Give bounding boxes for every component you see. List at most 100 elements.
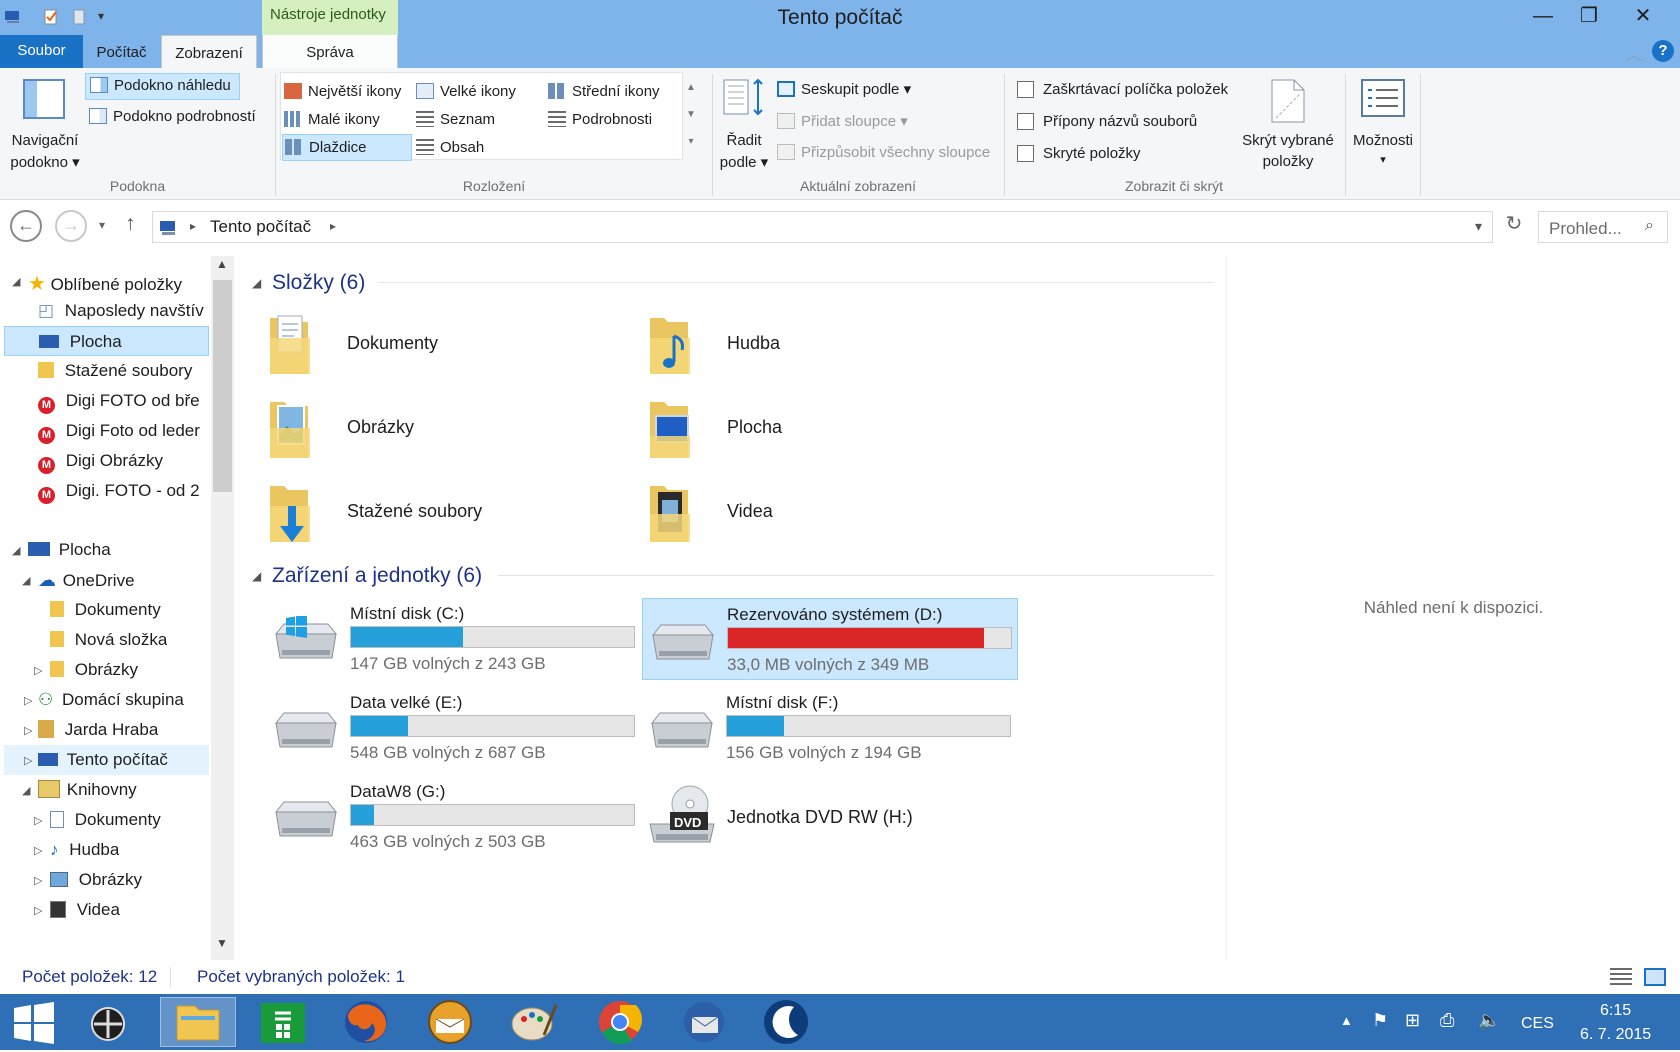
collapse-arrow-icon[interactable]: ▷ [34, 664, 42, 677]
clock-time[interactable]: 6:15 [1600, 1002, 1631, 1020]
task-view-icon[interactable] [70, 1000, 146, 1048]
group-by-button[interactable]: Seskupit podle ▾ [777, 80, 911, 98]
folder-tile-videa[interactable]: Videa [648, 474, 988, 554]
sort-by-button[interactable]: Řadit podle ▾ [716, 76, 776, 176]
minimize-button[interactable]: — [1520, 2, 1566, 30]
taskbar-chrome[interactable] [582, 997, 658, 1047]
nav-this-pc[interactable]: Tento počítač [38, 745, 168, 775]
details-pane-button[interactable]: Podokno podrobností [89, 108, 256, 125]
expand-arrow-icon[interactable]: ◢ [12, 544, 20, 557]
layout-small[interactable]: Malé ikony [284, 111, 380, 128]
layout-extra-large[interactable]: Největší ikony [284, 83, 401, 100]
file-extensions-checkbox[interactable] [1017, 113, 1034, 130]
gallery-scroll[interactable]: ▲ ▼ ▾ [684, 74, 698, 158]
clock-date[interactable]: 6. 7. 2015 [1580, 1026, 1651, 1044]
collapse-arrow-icon[interactable]: ▷ [24, 724, 32, 737]
nav-lib-videa[interactable]: Videa [50, 895, 120, 925]
drive-tile[interactable]: Místní disk (C:) 147 GB volných z 243 GB [266, 598, 642, 680]
refresh-icon[interactable]: ↻ [1499, 211, 1529, 243]
drive-tile[interactable]: DataW8 (G:) 463 GB volných z 503 GB [266, 776, 642, 858]
nav-plocha-fav[interactable]: Plocha [4, 326, 209, 356]
large-icons-view-icon[interactable] [1644, 968, 1666, 986]
drive-tile-dvd[interactable]: DVD Jednotka DVD RW (H:) [644, 776, 989, 856]
breadcrumb[interactable]: Tento počítač [210, 217, 311, 237]
expand-arrow-icon[interactable]: ◢ [22, 574, 30, 587]
preview-pane-button[interactable]: Podokno náhledu [85, 73, 240, 100]
folder-tile-obrazky[interactable]: Obrázky [268, 390, 608, 470]
nav-favorites[interactable]: ★ Oblíbené položky [28, 266, 182, 296]
taskbar-store[interactable] [245, 997, 321, 1047]
layout-medium[interactable]: Střední ikony [548, 83, 660, 100]
tab-pocitac[interactable]: Počítač [85, 35, 158, 68]
nav-onedrive-nova[interactable]: Nová složka [50, 625, 167, 655]
hidden-items-checkbox[interactable] [1017, 145, 1034, 162]
taskbar-paint[interactable] [496, 997, 572, 1047]
breadcrumb-chevron-icon[interactable]: ▸ [190, 219, 196, 233]
nav-lib-dokumenty[interactable]: Dokumenty [50, 805, 161, 835]
nav-recent[interactable]: ◰ Naposledy navštív [38, 296, 210, 326]
expand-arrow-icon[interactable]: ◢ [12, 275, 20, 288]
search-input[interactable]: Prohled... ⌕ [1538, 211, 1668, 243]
collapse-section-icon[interactable]: ◢ [252, 276, 261, 290]
layout-content[interactable]: Obsah [416, 139, 484, 156]
nav-scrollbar-thumb[interactable] [213, 280, 232, 492]
navigation-pane-button[interactable]: Navigační podokno ▾ [6, 72, 84, 172]
expand-arrow-icon[interactable]: ◢ [22, 784, 30, 797]
windows-tray-icon[interactable]: ⊞ [1405, 1010, 1420, 1031]
maximize-button[interactable]: ❐ [1566, 2, 1612, 30]
taskbar-mail[interactable] [412, 997, 488, 1047]
folder-tile-plocha[interactable]: Plocha [648, 390, 988, 470]
collapse-arrow-icon[interactable]: ▷ [34, 874, 42, 887]
drive-tile[interactable]: Rezervováno systémem (D:) 33,0 MB volných… [642, 598, 1018, 680]
nav-user[interactable]: Jarda Hraba [38, 715, 158, 745]
taskbar-firefox[interactable] [328, 997, 404, 1047]
nav-digi-3[interactable]: M Digi Obrázky [38, 446, 210, 476]
nav-lib-obrazky[interactable]: Obrázky [50, 865, 142, 895]
section-header-devices[interactable]: Zařízení a jednotky (6) [272, 564, 482, 588]
recent-locations-icon[interactable]: ▾ [99, 218, 105, 232]
scroll-down-icon[interactable]: ▼ [216, 936, 228, 950]
address-history-icon[interactable]: ▾ [1475, 218, 1482, 235]
collapse-arrow-icon[interactable]: ▷ [34, 814, 42, 827]
windows-start-icon[interactable] [12, 1002, 56, 1044]
drive-tile[interactable]: Místní disk (F:) 156 GB volných z 194 GB [642, 687, 1018, 769]
layout-tiles[interactable]: Dlaždice [282, 134, 412, 161]
item-checkboxes-checkbox[interactable] [1017, 81, 1034, 98]
nav-libraries[interactable]: Knihovny [38, 775, 137, 805]
nav-onedrive-dokumenty[interactable]: Dokumenty [50, 595, 161, 625]
scroll-up-icon[interactable]: ▲ [216, 257, 228, 271]
nav-digi-2[interactable]: M Digi Foto od leder [38, 416, 210, 446]
breadcrumb-chevron-icon[interactable]: ▸ [330, 219, 336, 233]
folder-tile-dokumenty[interactable]: Dokumenty [268, 306, 608, 386]
help-icon[interactable]: ? [1652, 40, 1674, 62]
collapse-arrow-icon[interactable]: ▷ [24, 754, 32, 767]
fit-columns-button[interactable]: Přizpůsobit všechny sloupce [777, 144, 990, 161]
taskbar-thunderbird[interactable] [666, 997, 742, 1047]
nav-lib-hudba[interactable]: ♪ Hudba [50, 835, 119, 865]
collapse-arrow-icon[interactable]: ▷ [24, 694, 32, 707]
forward-button[interactable]: → [55, 210, 87, 242]
nav-onedrive[interactable]: ☁ OneDrive [38, 565, 135, 595]
layout-list[interactable]: Seznam [416, 111, 495, 128]
network-icon[interactable]: ⎙ [1440, 1010, 1454, 1031]
collapse-ribbon-icon[interactable]: ︿ [1626, 41, 1642, 65]
details-view-icon[interactable] [1610, 968, 1632, 986]
up-button[interactable]: ↑ [125, 212, 136, 236]
nav-digi-1[interactable]: M Digi FOTO od bře [38, 386, 210, 416]
address-input[interactable]: ▸ Tento počítač ▸ ▾ [152, 211, 1493, 243]
layout-large[interactable]: Velké ikony [416, 83, 516, 100]
language-indicator[interactable]: CES [1521, 1015, 1554, 1033]
section-header-folders[interactable]: Složky (6) [272, 271, 365, 295]
nav-digi-4[interactable]: M Digi. FOTO - od 2 [38, 476, 210, 506]
add-columns-button[interactable]: Přidat sloupce ▾ [777, 112, 908, 130]
tab-sprava[interactable]: Správa [262, 35, 398, 68]
back-button[interactable]: ← [10, 210, 42, 242]
nav-downloads-fav[interactable]: Stažené soubory [38, 356, 210, 386]
action-center-flag-icon[interactable]: ⚑ [1372, 1010, 1388, 1031]
folder-tile-hudba[interactable]: Hudba [648, 306, 988, 386]
collapse-arrow-icon[interactable]: ▷ [34, 904, 42, 917]
taskbar-explorer[interactable] [160, 997, 236, 1047]
nav-homegroup[interactable]: ⚇ Domácí skupina [38, 685, 184, 715]
tab-zobrazeni[interactable]: Zobrazení [161, 35, 257, 68]
layout-details[interactable]: Podrobnosti [548, 111, 652, 128]
